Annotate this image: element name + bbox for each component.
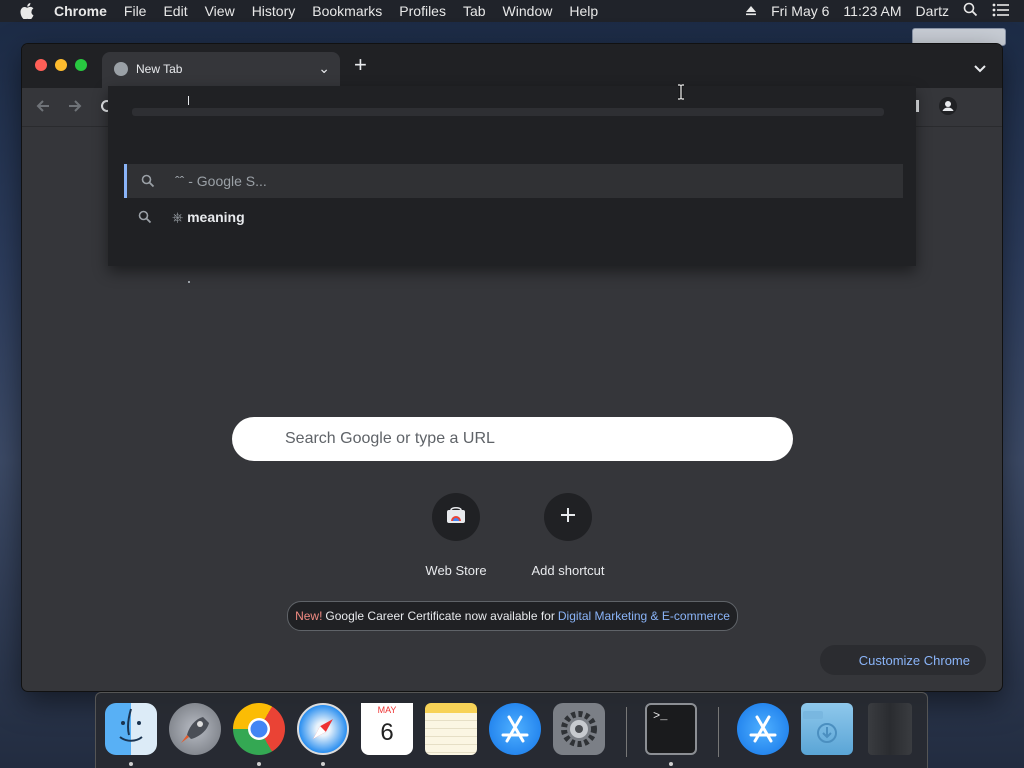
promo-link[interactable]: Digital Marketing & E-commerce	[558, 609, 730, 623]
calendar-icon[interactable]: MAY 6	[361, 703, 413, 755]
terminal-icon[interactable]: >_	[645, 703, 697, 755]
suggestion-text: ⎈ meaning	[172, 209, 245, 226]
zoom-window-button[interactable]	[75, 59, 87, 71]
shortcut-tile[interactable]	[544, 493, 592, 541]
dropdown-artifact	[188, 281, 190, 283]
suggestion-text: ˆˆ - Google S...	[175, 173, 267, 189]
profile-avatar-icon[interactable]	[939, 97, 957, 120]
menubar-date[interactable]: Fri May 6	[771, 3, 829, 19]
spotlight-search-icon[interactable]	[963, 2, 978, 20]
menu-bookmarks[interactable]: Bookmarks	[312, 3, 382, 19]
customize-chrome-button[interactable]: Customize Chrome	[820, 645, 986, 675]
menubar-user[interactable]: Dartz	[916, 3, 949, 19]
shortcut-web-store[interactable]: Web Store	[400, 493, 512, 578]
notification-center-icon[interactable]	[992, 3, 1010, 20]
tab-close-icon[interactable]: ⌄	[318, 60, 330, 77]
dock-running-indicator	[129, 762, 133, 766]
menu-file[interactable]: File	[124, 3, 147, 19]
dock-separator	[718, 707, 719, 757]
menu-edit[interactable]: Edit	[163, 3, 187, 19]
shortcut-add[interactable]: Add shortcut	[512, 493, 624, 578]
dock-running-indicator	[257, 762, 261, 766]
omnibox-text-caret	[188, 96, 189, 105]
i-beam-cursor-icon	[676, 83, 686, 105]
finder-icon[interactable]	[105, 703, 157, 755]
system-preferences-gear-icon[interactable]	[553, 703, 605, 755]
app-store-stack-icon[interactable]	[737, 703, 789, 755]
title-bar: New Tab ⌄ +	[22, 44, 1002, 88]
ntp-search-input[interactable]	[283, 429, 767, 449]
plus-icon	[561, 507, 575, 527]
suggestion-prefix: ⎈	[172, 208, 188, 225]
tab-new-tab[interactable]: New Tab ⌄	[102, 52, 340, 88]
terminal-prompt: >_	[653, 709, 668, 723]
omnibox-dropdown: ˆˆ - Google S... ⎈ meaning	[108, 86, 916, 283]
chrome-icon[interactable]	[233, 703, 285, 755]
customize-chrome-label: Customize Chrome	[858, 652, 970, 668]
omnibox-suggestion[interactable]: ⎈ meaning	[124, 200, 900, 234]
tab-search-chevron-icon[interactable]	[974, 60, 986, 78]
omnibox-input[interactable]	[132, 108, 884, 116]
suggestion-bold-text: meaning	[187, 208, 245, 225]
menu-profiles[interactable]: Profiles	[399, 3, 446, 19]
promo-new-badge: New!	[295, 609, 323, 623]
dock-running-indicator	[669, 762, 673, 766]
dock-separator	[626, 707, 627, 757]
forward-arrow-icon[interactable]	[67, 98, 83, 119]
shortcut-tile[interactable]	[432, 493, 480, 541]
menu-window[interactable]: Window	[503, 3, 553, 19]
web-store-icon	[446, 506, 466, 529]
eject-icon[interactable]	[745, 3, 757, 19]
tab-favicon-icon	[114, 62, 128, 76]
menu-app-name[interactable]: Chrome	[54, 3, 107, 19]
launchpad-rocket-icon[interactable]	[169, 703, 221, 755]
search-icon	[141, 174, 155, 188]
minimize-window-button[interactable]	[55, 59, 67, 71]
shortcut-label: Web Store	[425, 563, 487, 578]
dock-running-indicator	[321, 762, 325, 766]
calendar-day: 6	[380, 719, 394, 746]
promo-banner[interactable]: New! Google Career Certificate now avail…	[287, 601, 738, 631]
back-arrow-icon[interactable]	[35, 98, 51, 119]
menu-bar: Chrome File Edit View History Bookmarks …	[0, 0, 1024, 22]
menu-view[interactable]: View	[205, 3, 235, 19]
omnibox-suggestion[interactable]: ˆˆ - Google S...	[124, 164, 903, 198]
dock: MAY 6 >_	[95, 692, 928, 768]
ntp-search-box[interactable]	[232, 417, 793, 461]
new-tab-button[interactable]: +	[354, 54, 367, 76]
promo-text: Google Career Certificate now available …	[325, 609, 555, 623]
apple-menu-icon[interactable]	[20, 3, 40, 19]
app-store-icon[interactable]	[489, 703, 541, 755]
close-window-button[interactable]	[35, 59, 47, 71]
menu-tab[interactable]: Tab	[463, 3, 486, 19]
safari-compass-icon[interactable]	[297, 703, 349, 755]
trash-icon[interactable]	[868, 703, 912, 755]
notes-icon[interactable]	[425, 703, 477, 755]
menu-history[interactable]: History	[252, 3, 296, 19]
menu-help[interactable]: Help	[569, 3, 598, 19]
tab-title: New Tab	[136, 62, 183, 76]
shortcut-label: Add shortcut	[531, 563, 605, 578]
search-icon	[138, 210, 152, 224]
chrome-window: New Tab ⌄ + ˆˆ - Google S... ⎈ meaning S…	[22, 44, 1002, 691]
downloads-folder-icon[interactable]	[801, 703, 853, 755]
menubar-time[interactable]: 11:23 AM	[843, 3, 901, 19]
calendar-month: MAY	[361, 703, 413, 717]
